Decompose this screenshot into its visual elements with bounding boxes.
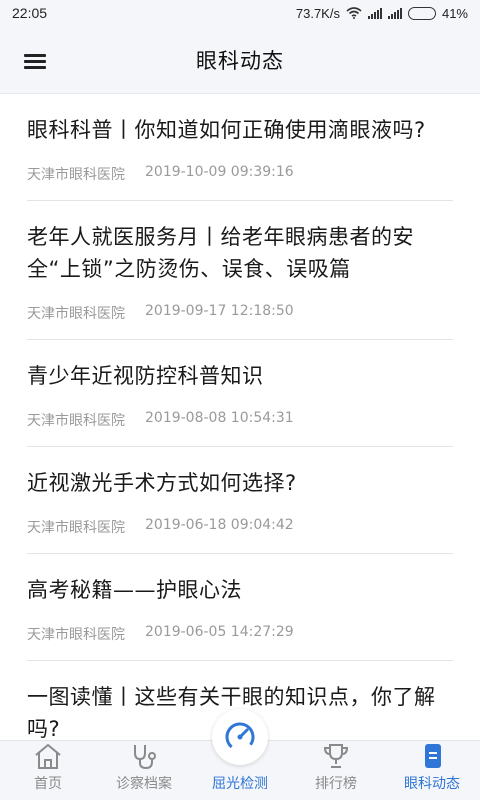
tab-eye-news[interactable]: 眼科动态 bbox=[384, 741, 480, 800]
article-date: 2019-06-05 14:27:29 bbox=[145, 624, 294, 640]
network-speed: 73.7K/s bbox=[295, 5, 340, 21]
article-meta: 天津市眼科医院 2019-09-17 12:18:50 bbox=[27, 303, 453, 323]
article-meta: 天津市眼科医院 2019-08-08 10:54:31 bbox=[27, 410, 453, 430]
article-item[interactable]: 青少年近视防控科普知识 天津市眼科医院 2019-08-08 10:54:31 bbox=[27, 340, 453, 447]
tab-label: 首页 bbox=[34, 776, 62, 792]
article-title: 眼科科普丨你知道如何正确使用滴眼液吗? bbox=[27, 118, 426, 142]
status-indicators: 73.7K/s 41% bbox=[296, 6, 468, 21]
article-title: 老年人就医服务月丨给老年眼病患者的安全“上锁”之防烫伤、误食、误吸篇 bbox=[27, 225, 414, 281]
article-date: 2019-10-09 09:39:16 bbox=[145, 164, 294, 180]
status-time: 22:05 bbox=[12, 5, 48, 21]
article-date: 2019-08-08 10:54:31 bbox=[145, 410, 294, 426]
app-header: 眼科动态 bbox=[0, 26, 480, 94]
wifi-icon bbox=[346, 7, 362, 19]
article-meta: 天津市眼科医院 2019-06-05 14:27:29 bbox=[27, 624, 453, 644]
signal-icon-1 bbox=[367, 7, 382, 19]
article-date: 2019-06-18 09:04:42 bbox=[145, 517, 294, 533]
signal-icon-2 bbox=[387, 7, 402, 19]
document-icon bbox=[425, 744, 441, 768]
trophy-icon bbox=[323, 744, 349, 768]
article-source: 天津市眼科医院 bbox=[27, 306, 125, 322]
article-date: 2019-09-17 12:18:50 bbox=[145, 303, 294, 319]
article-title: 高考秘籍——护眼心法 bbox=[27, 578, 242, 602]
article-source: 天津市眼科医院 bbox=[27, 167, 125, 183]
article-list[interactable]: 眼科科普丨你知道如何正确使用滴眼液吗? 天津市眼科医院 2019-10-09 0… bbox=[0, 94, 480, 740]
page-title: 眼科动态 bbox=[196, 48, 284, 73]
gauge-icon bbox=[225, 722, 255, 752]
tab-ranking[interactable]: 排行榜 bbox=[288, 741, 384, 800]
article-source: 天津市眼科医院 bbox=[27, 520, 125, 536]
stethoscope-icon bbox=[134, 745, 156, 770]
home-icon bbox=[35, 744, 61, 769]
status-bar: 22:05 73.7K/s 41% bbox=[0, 0, 480, 26]
article-source: 天津市眼科医院 bbox=[27, 627, 125, 643]
tab-home[interactable]: 首页 bbox=[0, 741, 96, 800]
tab-refraction-test[interactable]: 屈光检测 bbox=[192, 709, 288, 800]
hamburger-menu-icon[interactable] bbox=[22, 50, 50, 70]
battery-percent: 41% bbox=[441, 5, 468, 21]
article-meta: 天津市眼科医院 2019-06-18 09:04:42 bbox=[27, 517, 453, 537]
tab-label: 屈光检测 bbox=[212, 776, 268, 792]
tab-label: 眼科动态 bbox=[404, 776, 460, 792]
article-source: 天津市眼科医院 bbox=[27, 413, 125, 429]
article-meta: 天津市眼科医院 2019-10-09 09:39:16 bbox=[27, 164, 453, 184]
article-item[interactable]: 近视激光手术方式如何选择? 天津市眼科医院 2019-06-18 09:04:4… bbox=[27, 447, 453, 554]
battery-icon bbox=[407, 6, 436, 20]
article-item[interactable]: 眼科科普丨你知道如何正确使用滴眼液吗? 天津市眼科医院 2019-10-09 0… bbox=[27, 94, 453, 201]
tab-label: 诊察档案 bbox=[116, 776, 172, 792]
article-item[interactable]: 高考秘籍——护眼心法 天津市眼科医院 2019-06-05 14:27:29 bbox=[27, 554, 453, 661]
article-title: 近视激光手术方式如何选择? bbox=[27, 471, 297, 495]
article-title: 青少年近视防控科普知识 bbox=[27, 364, 264, 388]
tab-label: 排行榜 bbox=[315, 776, 357, 792]
app-screen: 22:05 73.7K/s 41% 眼科动态 眼科科普丨你知道如何正确使用滴眼液… bbox=[0, 0, 480, 800]
bottom-tab-bar: 首页 诊察档案 屈光检测 排行榜 眼科动态 bbox=[0, 709, 480, 800]
tab-records[interactable]: 诊察档案 bbox=[96, 741, 192, 800]
refraction-test-button[interactable] bbox=[212, 709, 268, 765]
article-item[interactable]: 老年人就医服务月丨给老年眼病患者的安全“上锁”之防烫伤、误食、误吸篇 天津市眼科… bbox=[27, 201, 453, 340]
